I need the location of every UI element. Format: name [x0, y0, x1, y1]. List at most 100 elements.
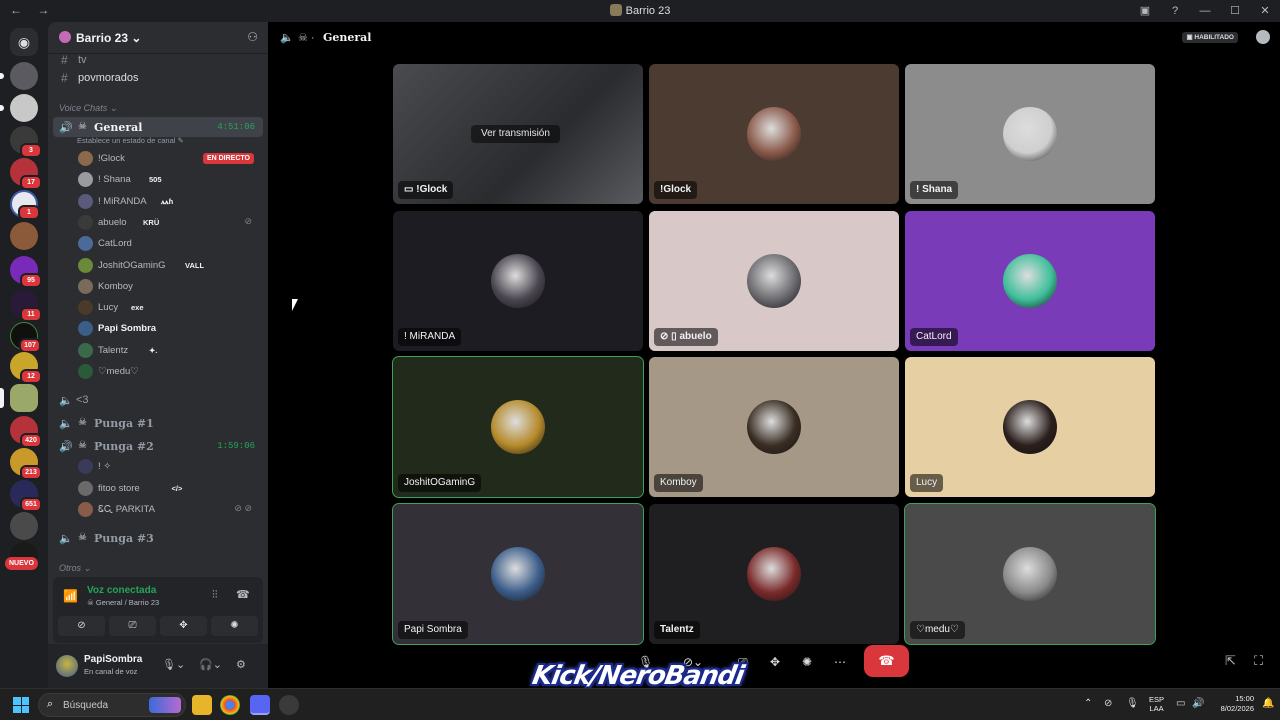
server-icon[interactable]: [0, 62, 38, 90]
participant-name: Papi Sombra: [398, 620, 468, 639]
more-options-icon[interactable]: ⋯: [834, 655, 846, 669]
clock[interactable]: 15:00 8/02/2026: [1214, 694, 1254, 714]
discord-taskbar-icon[interactable]: [250, 695, 270, 715]
server-icon[interactable]: 11: [10, 290, 42, 322]
tray-overflow-icon[interactable]: ⌃: [1084, 698, 1092, 709]
voice-location[interactable]: ☠ General / Barrio 23: [87, 598, 159, 607]
windows-start-icon[interactable]: [13, 697, 29, 713]
participant-tile[interactable]: !Glock: [649, 64, 899, 204]
text-channel[interactable]: # povmorados: [56, 68, 262, 88]
server-icon[interactable]: 420: [10, 416, 42, 448]
voice-user[interactable]: CatLord: [78, 234, 258, 254]
voice-user[interactable]: fitoo store </>: [78, 479, 258, 499]
server-icon[interactable]: 3: [10, 126, 42, 158]
voice-channel-general[interactable]: 🔊 ☠ General 4:51:06: [53, 117, 263, 137]
chrome-icon[interactable]: [220, 695, 240, 715]
participant-tile[interactable]: Komboy: [649, 357, 899, 497]
voice-user[interactable]: ᏋᏩ PARKITA ⊘ ⊘: [78, 500, 258, 520]
voice-user[interactable]: Talentz ✦.: [78, 341, 258, 361]
notifications-icon[interactable]: 🔔: [1262, 698, 1274, 709]
mention-badge: 1: [18, 205, 40, 220]
participant-tile[interactable]: ! MiRANDA: [393, 210, 643, 351]
category-otros[interactable]: Otros ⌄: [59, 563, 91, 574]
server-icon[interactable]: [10, 222, 38, 250]
server-icon[interactable]: 651: [10, 480, 42, 512]
activities-button[interactable]: ✥: [160, 616, 207, 636]
voice-user[interactable]: !Glock EN DIRECTO: [78, 149, 258, 169]
participant-tile[interactable]: ♡medu♡: [904, 502, 1156, 645]
close-button[interactable]: ✕: [1250, 0, 1280, 22]
settings-gear-icon[interactable]: ⚙: [236, 658, 246, 671]
server-icon[interactable]: 17: [10, 158, 42, 190]
disconnect-icon[interactable]: ☎: [236, 588, 250, 601]
server-icon[interactable]: 213: [10, 448, 42, 480]
voice-user[interactable]: JoshitOGaminG VALL: [78, 256, 258, 276]
display-icon[interactable]: ▭: [1176, 698, 1185, 709]
app-taskbar-icon[interactable]: [279, 695, 299, 715]
voice-user[interactable]: ! ✧: [78, 457, 258, 477]
participant-tile[interactable]: CatLord: [905, 210, 1155, 351]
participant-tile[interactable]: Lucy: [905, 357, 1155, 497]
chat-icon[interactable]: [1256, 30, 1270, 44]
volume-icon[interactable]: 🔊: [1192, 698, 1204, 709]
server-icon[interactable]: [0, 94, 38, 122]
camera-off-button[interactable]: ⊘: [58, 616, 105, 636]
voice-user[interactable]: ! Shana 505: [78, 170, 258, 190]
network-off-icon[interactable]: ⊘: [1104, 698, 1112, 709]
voice-channel-punga-3[interactable]: 🔈 ☠ Punga #3: [53, 528, 263, 548]
activities-icon[interactable]: ✥: [770, 655, 780, 669]
avatar[interactable]: [56, 655, 78, 677]
channel-status[interactable]: Establece un estado de canal ✎: [77, 136, 184, 145]
enabled-badge[interactable]: ▣ HABILITADO: [1182, 32, 1238, 43]
server-icon[interactable]: 107: [10, 322, 41, 353]
noise-suppression-icon[interactable]: ⫶⫶: [212, 589, 218, 602]
server-icon[interactable]: [0, 384, 38, 412]
text-channel[interactable]: # tv: [56, 50, 262, 70]
share-screen-button[interactable]: ⎚: [109, 616, 156, 636]
participant-tile[interactable]: JoshitOGaminG: [392, 356, 644, 498]
server-icon[interactable]: 95: [10, 256, 42, 288]
participant-tile[interactable]: ! Shana: [905, 64, 1155, 204]
mention-badge: 651: [20, 497, 42, 512]
language-indicator[interactable]: ESP LAA: [1149, 695, 1164, 713]
voice-user[interactable]: Papi Sombra: [78, 319, 258, 339]
microphone-tray-icon[interactable]: 🎙: [1126, 698, 1139, 709]
maximize-button[interactable]: ☐: [1220, 0, 1250, 22]
server-icon[interactable]: [10, 512, 38, 540]
voice-user[interactable]: Komboy: [78, 277, 258, 297]
headphones-icon[interactable]: 🎧⌄: [199, 658, 222, 671]
participant-tile[interactable]: Papi Sombra: [392, 502, 644, 645]
participant-tile[interactable]: Talentz: [649, 503, 899, 644]
fullscreen-icon[interactable]: ⛶: [1254, 653, 1263, 669]
minimize-button[interactable]: —: [1190, 0, 1220, 22]
file-explorer-icon[interactable]: [192, 695, 212, 715]
soundboard-icon[interactable]: ✺: [802, 655, 812, 669]
stream-tile[interactable]: Ver transmisión ▭ !Glock: [393, 64, 643, 204]
voice-user[interactable]: Lucy exe: [78, 298, 258, 318]
soundboard-button[interactable]: ✺: [211, 616, 258, 636]
voice-user[interactable]: ♡medu♡: [78, 362, 258, 382]
voice-user[interactable]: ! MiRANDA ꭺꭺɦ: [78, 192, 258, 212]
server-icon[interactable]: 1: [10, 190, 40, 220]
signal-icon[interactable]: 📶: [63, 589, 78, 603]
voice-channel-heart[interactable]: 🔈 <3: [53, 390, 263, 410]
disconnect-button[interactable]: ☎: [864, 645, 909, 677]
pop-out-icon[interactable]: ⇱: [1225, 653, 1236, 669]
voice-status[interactable]: Voz conectada: [87, 585, 156, 596]
search-box[interactable]: ⌕ Búsqueda: [38, 693, 186, 717]
invite-icon[interactable]: ⚇: [247, 30, 258, 44]
avatar: [78, 364, 93, 379]
watch-stream-button[interactable]: Ver transmisión: [471, 125, 560, 143]
avatar: [78, 236, 93, 252]
microphone-icon[interactable]: 🎙⌄: [162, 658, 185, 671]
inbox-icon[interactable]: ▣: [1130, 0, 1160, 22]
category-voice-chats[interactable]: Voice Chats ⌄: [59, 103, 117, 114]
voice-channel-punga-1[interactable]: 🔈 ☠ Punga #1: [53, 413, 263, 433]
help-icon[interactable]: ?: [1160, 0, 1190, 22]
voice-user[interactable]: abuelo KRÜ ⊘: [78, 213, 258, 233]
participant-tile[interactable]: ⊘ ▯ abuelo: [649, 210, 899, 351]
voice-channel-punga-2[interactable]: 🔊 ☠ Punga #2 1:59:06: [53, 436, 263, 456]
discord-home-icon[interactable]: ◉: [10, 28, 38, 56]
username[interactable]: PapiSombra: [84, 654, 142, 665]
server-icon[interactable]: 12: [10, 352, 42, 384]
